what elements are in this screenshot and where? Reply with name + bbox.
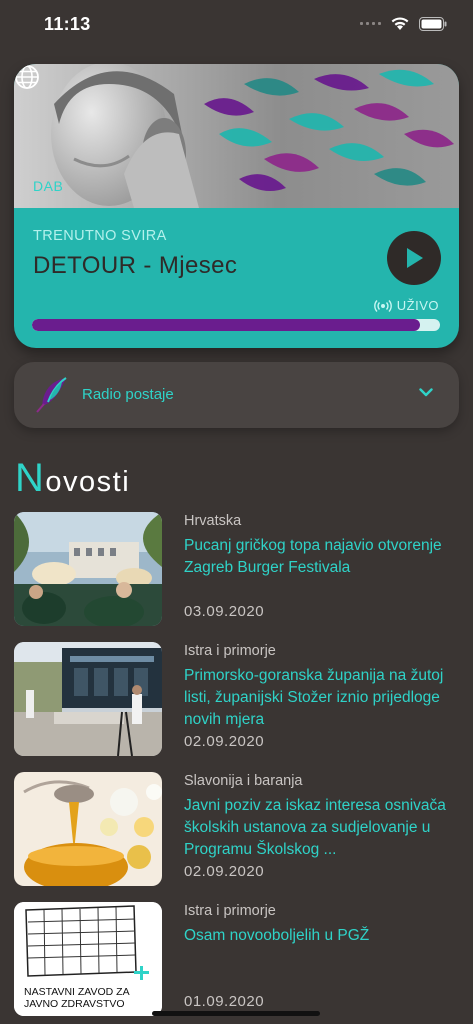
- news-date: 03.09.2020: [184, 603, 265, 620]
- news-thumbnail-caption: NASTAVNI ZAVOD ZA JAVNO ZDRAVSTVO: [24, 986, 130, 1010]
- news-title[interactable]: Javni poziv za iskaz interesa osnivača š…: [184, 795, 462, 861]
- play-button[interactable]: [387, 231, 441, 285]
- news-date: 02.09.2020: [184, 733, 265, 750]
- news-thumbnail: [14, 642, 162, 756]
- news-category: Slavonija i baranja: [184, 773, 303, 789]
- radio-stations-dropdown[interactable]: Radio postaje: [14, 362, 459, 428]
- news-title[interactable]: Primorsko-goranska županija na žutoj lis…: [184, 665, 462, 731]
- news-item[interactable]: NASTAVNI ZAVOD ZA JAVNO ZDRAVSTVO Istra …: [0, 902, 473, 1016]
- now-playing-label: TRENUTNO SVIRA: [33, 228, 167, 244]
- news-item[interactable]: Istra i primorje Primorsko-goranska župa…: [0, 642, 473, 756]
- home-indicator: [152, 1011, 320, 1016]
- feather-icon: [36, 377, 67, 413]
- news-heading: Novosti: [15, 456, 130, 501]
- track-title: DETOUR - Mjesec: [33, 252, 238, 279]
- news-item[interactable]: Hrvatska Pucanj gričkog topa najavio otv…: [0, 512, 473, 626]
- news-thumbnail: [14, 772, 162, 886]
- news-title[interactable]: Pucanj gričkog topa najavio otvorenje Za…: [184, 535, 462, 579]
- radio-stations-label: Radio postaje: [82, 386, 174, 403]
- broadcast-icon: [373, 299, 392, 312]
- news-category: Hrvatska: [184, 513, 242, 529]
- globe-icon[interactable]: [14, 64, 40, 90]
- news-date: 01.09.2020: [184, 993, 265, 1010]
- playback-progress-fill: [32, 319, 420, 331]
- chevron-down-icon: [419, 388, 433, 397]
- player-card: DAB TRENUTNO SVIRA DETOUR - Mjesec UŽIVO: [14, 64, 459, 348]
- news-heading-rest: ovosti: [45, 466, 131, 498]
- news-thumbnail: NASTAVNI ZAVOD ZA JAVNO ZDRAVSTVO: [14, 902, 162, 1016]
- status-time: 11:13: [44, 14, 91, 34]
- live-indicator: UŽIVO: [373, 298, 439, 313]
- news-heading-initial: N: [15, 456, 46, 500]
- band-label: DAB: [33, 178, 64, 194]
- play-icon: [407, 248, 423, 268]
- live-label: UŽIVO: [396, 298, 439, 313]
- news-date: 02.09.2020: [184, 863, 265, 880]
- news-thumbnail: [14, 512, 162, 626]
- cellular-signal-icon: [360, 22, 381, 25]
- playback-progress-bar[interactable]: [32, 319, 440, 331]
- status-icons: [360, 16, 447, 31]
- news-title[interactable]: Osam novooboljelih u PGŽ: [184, 925, 462, 947]
- battery-icon: [419, 16, 447, 31]
- now-playing-panel: TRENUTNO SVIRA DETOUR - Mjesec UŽIVO: [14, 208, 459, 348]
- wifi-icon: [391, 17, 409, 30]
- station-artwork: DAB: [14, 64, 459, 208]
- news-item[interactable]: Slavonija i baranja Javni poziv za iskaz…: [0, 772, 473, 886]
- news-category: Istra i primorje: [184, 643, 276, 659]
- news-category: Istra i primorje: [184, 903, 276, 919]
- status-bar: 11:13: [0, 0, 473, 52]
